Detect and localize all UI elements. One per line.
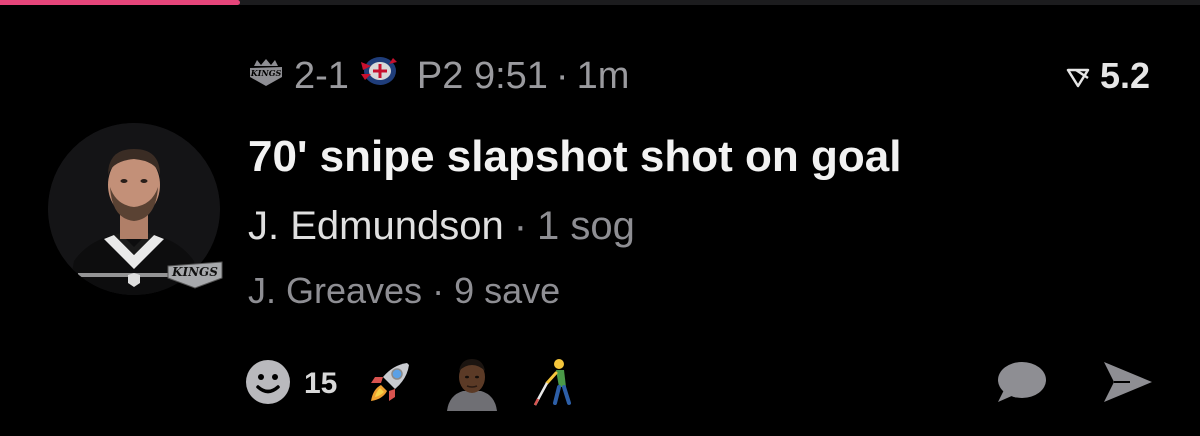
send-arrow-icon[interactable] [1100, 358, 1156, 411]
kings-badge: KINGS [164, 256, 226, 290]
goalie-separator: · [432, 270, 445, 311]
rating-arrow-icon [1066, 55, 1090, 97]
game-meta-row: KINGS 2-1 P2 9:51 · 1m [248, 54, 630, 98]
shooter-name[interactable]: J. Edmundson [248, 204, 504, 248]
smiley-face-icon [244, 358, 292, 411]
add-reaction-button[interactable]: 15 [244, 358, 367, 411]
post-actions [994, 356, 1156, 412]
blue-jackets-logo-icon [359, 54, 399, 98]
score: 2-1 [294, 54, 349, 97]
rating-value: 5.2 [1099, 55, 1150, 96]
shooter-stat: 1 sog [537, 204, 635, 248]
period-clock: P2 9:51 [416, 54, 548, 97]
progress-bar-fill [0, 0, 240, 5]
svg-text:KINGS: KINGS [171, 265, 218, 279]
goalie-stat: 9 save [454, 270, 561, 311]
post-age: 1m [576, 54, 630, 97]
rocket-emoji[interactable] [367, 359, 413, 410]
event-headline: 70' snipe slapshot shot on goal [248, 132, 902, 181]
meta-separator: · [555, 54, 569, 97]
kings-logo-icon: KINGS [248, 55, 284, 98]
reaction-count: 15 [304, 367, 338, 400]
shooter-line: J. Edmundson · 1 sog [248, 204, 635, 249]
progress-track [0, 0, 1200, 5]
person-face-emoji[interactable] [443, 353, 501, 416]
event-rating: 5.2 [1066, 54, 1150, 98]
reactions-bar: 15 [244, 357, 607, 412]
goalie-name[interactable]: J. Greaves [248, 270, 422, 311]
goalie-line: J. Greaves · 9 save [248, 270, 560, 312]
svg-text:KINGS: KINGS [250, 68, 282, 78]
shooter-separator: · [513, 204, 528, 248]
person-with-white-cane-emoji[interactable] [531, 357, 577, 412]
comment-bubble-icon[interactable] [994, 358, 1048, 411]
